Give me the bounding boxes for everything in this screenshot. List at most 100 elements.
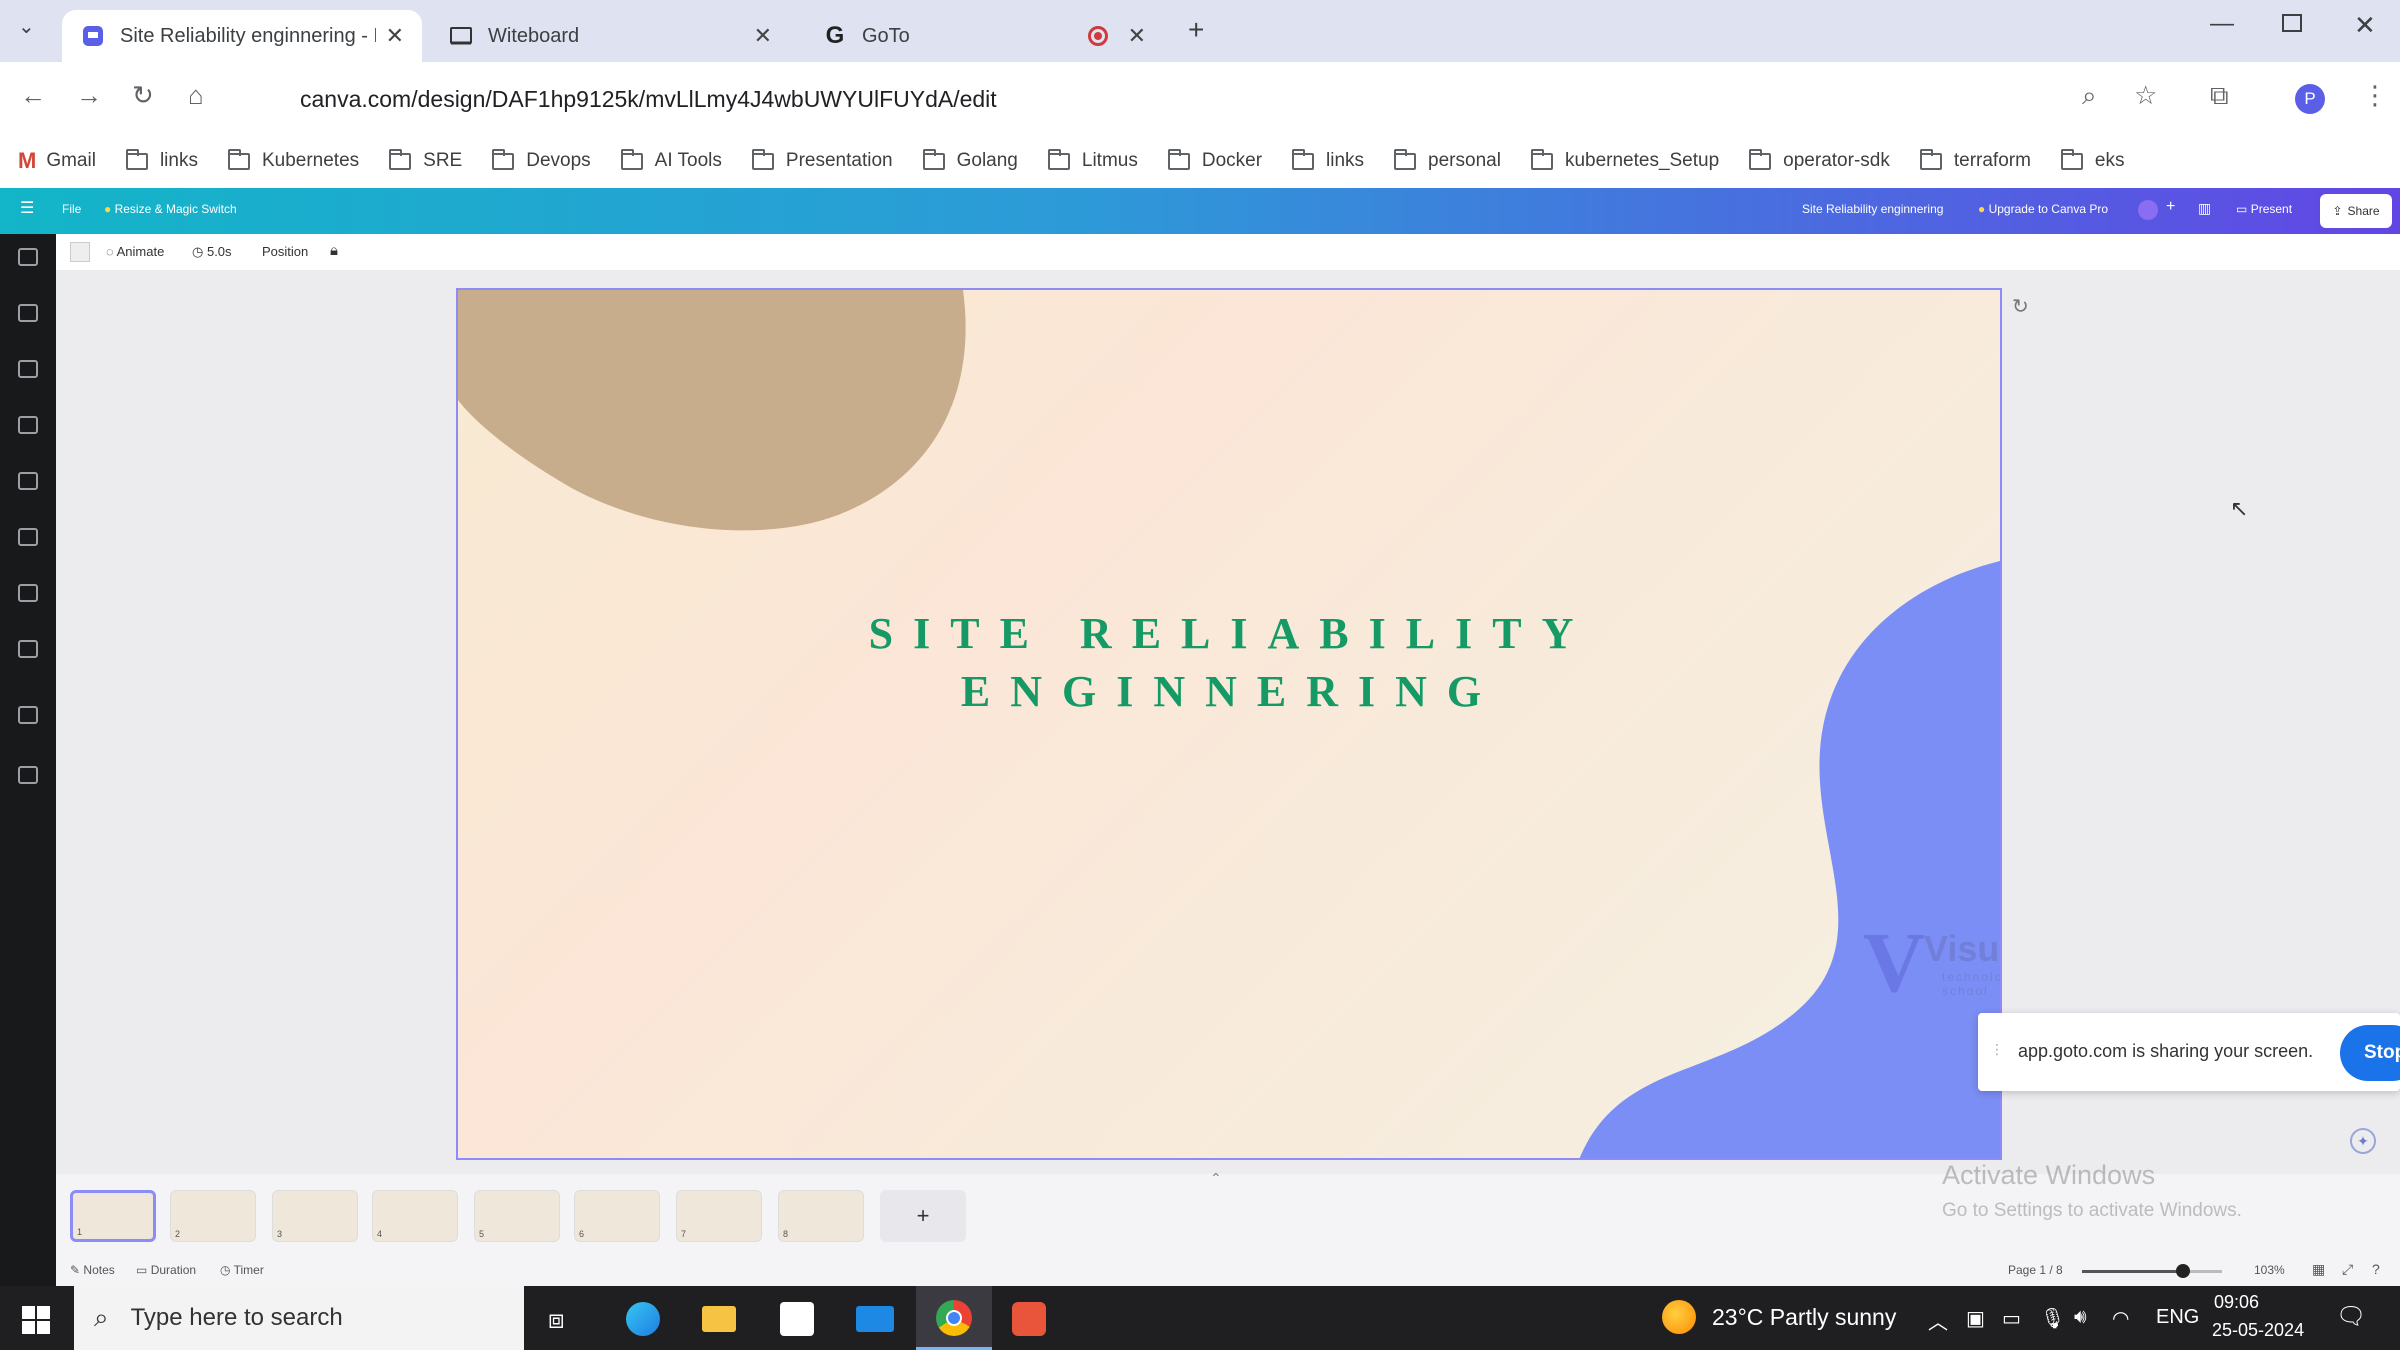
tab-search-chevron-icon[interactable]: ⌄ — [18, 14, 35, 39]
zoom-percentage[interactable]: 103% — [2254, 1263, 2285, 1277]
bookmark-folder[interactable]: Devops — [492, 148, 591, 172]
page-thumbnail[interactable]: 2 — [170, 1190, 256, 1242]
bookmark-folder[interactable]: AI Tools — [620, 148, 722, 172]
apps-icon[interactable] — [18, 640, 38, 658]
bookmark-folder[interactable]: Presentation — [751, 148, 893, 172]
page-thumbnail[interactable]: 4 — [372, 1190, 458, 1242]
file-explorer-icon[interactable] — [702, 1306, 736, 1332]
address-bar[interactable]: canva.com/design/DAF1hp9125k/mvLlLmy4J4w… — [248, 72, 2148, 126]
help-icon[interactable]: ? — [2372, 1261, 2380, 1277]
draw-icon[interactable] — [18, 528, 38, 546]
minimize-button[interactable]: — — [2210, 10, 2234, 38]
clock-date[interactable]: 25-05-2024 — [2212, 1320, 2304, 1341]
close-window-button[interactable]: ✕ — [2354, 10, 2376, 41]
battery-icon[interactable]: ▭ — [2002, 1306, 2021, 1331]
bookmark-folder[interactable]: links — [125, 148, 198, 172]
document-title[interactable]: Site Reliability enginnering — [1802, 202, 1943, 216]
mail-icon[interactable] — [856, 1306, 894, 1332]
browser-menu-icon[interactable]: ⋮ — [2362, 80, 2388, 111]
insights-icon[interactable]: ▥ — [2198, 200, 2211, 217]
notes-button[interactable]: ✎ Notes — [70, 1263, 115, 1277]
slide-canvas[interactable]: SITE RELIABILITY ENGINNERING V Visualpat… — [456, 288, 2002, 1160]
page-thumbnail[interactable]: 7 — [676, 1190, 762, 1242]
new-tab-button[interactable]: + — [1188, 14, 1204, 46]
add-collaborator-icon[interactable]: + — [2166, 198, 2175, 216]
magic-assistant-icon[interactable]: ✦ — [2350, 1128, 2376, 1154]
language-indicator[interactable]: ENG — [2156, 1306, 2199, 1329]
bookmark-folder[interactable]: Golang — [922, 148, 1018, 172]
page-thumbnail[interactable]: 5 — [474, 1190, 560, 1242]
background-color-swatch[interactable] — [70, 242, 90, 262]
position-button[interactable]: Position — [262, 244, 308, 259]
present-button[interactable]: ▭ Present — [2236, 202, 2292, 216]
hide-pages-chevron-icon[interactable]: ⌃ — [1210, 1170, 1222, 1187]
tray-chevron-icon[interactable]: ︿ — [1928, 1306, 1948, 1335]
timer-button[interactable]: ◷ Timer — [220, 1263, 264, 1277]
bookmark-folder[interactable]: SRE — [389, 148, 462, 172]
zoom-slider-handle[interactable] — [2175, 1264, 2190, 1278]
notification-icon[interactable]: 🗨︎ — [2336, 1302, 2366, 1331]
clock-time[interactable]: 09:06 — [2214, 1292, 2259, 1313]
rotate-icon[interactable]: ↻ — [2012, 294, 2029, 319]
close-icon[interactable]: ✕ — [386, 23, 404, 49]
duration-footer-button[interactable]: ▭ Duration — [136, 1263, 196, 1277]
duration-button[interactable]: ◷ 5.0s — [192, 244, 232, 260]
bookmark-folder[interactable]: eks — [2060, 148, 2125, 172]
drag-handle-icon[interactable]: ⋮ — [1990, 1041, 2004, 1058]
bookmark-folder[interactable]: links — [1292, 148, 1364, 172]
bookmark-folder[interactable]: Litmus — [1047, 148, 1138, 172]
restore-button[interactable] — [2282, 14, 2302, 32]
elements-icon[interactable] — [18, 304, 38, 322]
bookmark-folder[interactable]: operator-sdk — [1749, 148, 1890, 172]
back-arrow-icon[interactable]: ← — [20, 80, 46, 111]
home-icon[interactable]: ⌂ — [188, 80, 204, 111]
page-thumbnail[interactable]: 1 — [70, 1190, 156, 1242]
taskbar-search[interactable]: ⌕ Type here to search — [74, 1286, 524, 1350]
close-icon[interactable]: ✕ — [754, 23, 772, 49]
background-icon[interactable] — [18, 766, 38, 784]
file-menu[interactable]: File — [62, 202, 81, 216]
task-view-icon[interactable]: ⧈ — [548, 1304, 565, 1336]
projects-icon[interactable] — [18, 584, 38, 602]
add-page-button[interactable]: + — [880, 1190, 966, 1242]
profile-avatar[interactable]: P — [2295, 84, 2325, 114]
bookmark-folder[interactable]: personal — [1394, 148, 1501, 172]
lock-icon[interactable]: 🔒︎ — [330, 242, 338, 259]
bookmark-folder[interactable]: Docker — [1167, 148, 1262, 172]
tab-goto[interactable]: G GoTo ✕ — [804, 10, 1164, 62]
stop-sharing-button[interactable]: Stop — [2340, 1025, 2400, 1081]
canva-menu-icon[interactable]: ☰ — [20, 198, 34, 218]
close-icon[interactable]: ✕ — [1128, 23, 1146, 49]
collaborator-avatar[interactable] — [2138, 200, 2158, 220]
share-button[interactable]: ⇪ Share — [2320, 194, 2392, 228]
bookmark-folder[interactable]: Kubernetes — [227, 148, 359, 172]
text-icon[interactable] — [18, 360, 38, 378]
slide-title-line-1[interactable]: SITE RELIABILITY — [458, 608, 2000, 659]
magic-switch-button[interactable]: ● Resize & Magic Switch — [104, 202, 237, 216]
windows-start-icon[interactable] — [22, 1306, 50, 1339]
grid-view-icon[interactable]: ▦ — [2312, 1261, 2325, 1278]
upgrade-button[interactable]: ● Upgrade to Canva Pro — [1978, 202, 2108, 216]
weather-text[interactable]: 23°C Partly sunny — [1712, 1304, 1896, 1331]
slide-title-line-2[interactable]: ENGINNERING — [458, 666, 2000, 717]
forward-arrow-icon[interactable]: → — [76, 80, 102, 111]
goto-app-icon[interactable] — [1012, 1302, 1046, 1336]
store-icon[interactable] — [780, 1302, 814, 1336]
edge-icon[interactable] — [626, 1302, 660, 1336]
bookmark-gmail[interactable]: M Gmail — [18, 148, 96, 174]
microphone-icon[interactable]: 🎙︎ — [2040, 1306, 2065, 1331]
wifi-icon[interactable]: ◠ — [2112, 1306, 2129, 1331]
bookmark-star-icon[interactable]: ☆ — [2134, 80, 2157, 111]
page-thumbnail[interactable]: 8 — [778, 1190, 864, 1242]
meet-icon[interactable]: ▣ — [1966, 1306, 1985, 1331]
audio-icon[interactable] — [18, 706, 38, 724]
chrome-taskbar-button[interactable] — [916, 1286, 992, 1350]
page-thumbnail[interactable]: 6 — [574, 1190, 660, 1242]
extensions-icon[interactable]: ⧉ — [2210, 80, 2229, 112]
bookmark-folder[interactable]: kubernetes_Setup — [1530, 148, 1719, 172]
volume-icon[interactable]: 🔊︎ — [2074, 1306, 2087, 1329]
page-thumbnail[interactable]: 3 — [272, 1190, 358, 1242]
design-icon[interactable] — [18, 248, 38, 266]
tab-witeboard[interactable]: Witeboard ✕ — [430, 10, 790, 62]
tab-site-reliability[interactable]: Site Reliability enginnering - Pr ✕ — [62, 10, 422, 62]
